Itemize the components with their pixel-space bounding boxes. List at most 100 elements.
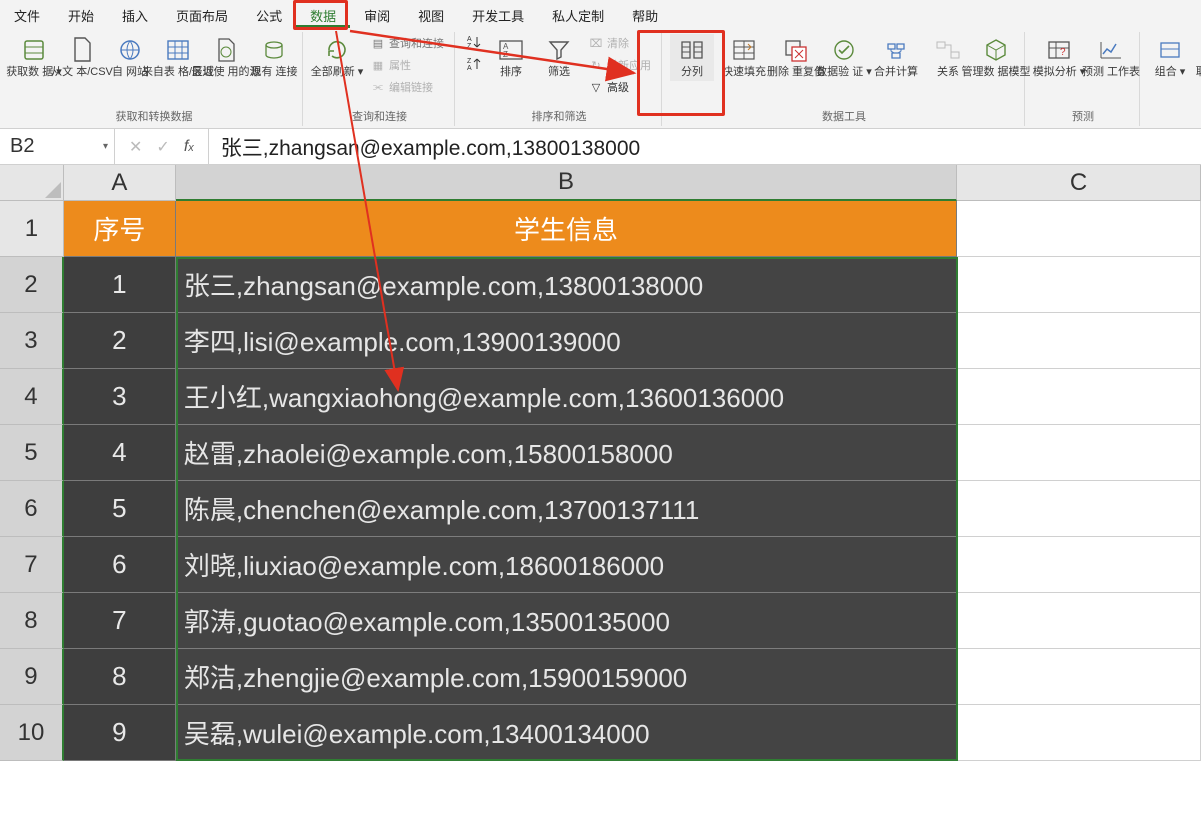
cell-B9[interactable]: 郑洁,zhengjie@example.com,15900159000 [176, 649, 957, 705]
ungroup-button[interactable]: 取消组合 ▾ [1196, 34, 1201, 81]
row-header[interactable]: 10 [0, 705, 64, 761]
group-icon [1156, 36, 1184, 64]
fx-icon[interactable]: fx [184, 138, 194, 156]
ribbon-group-queries: 全部刷新 ▾ ▤查询和连接 ▦属性 ⫘编辑链接 查询和连接 [305, 32, 455, 126]
text-to-columns-button[interactable]: 分列 [670, 34, 714, 81]
cell-A3[interactable]: 2 [64, 313, 176, 369]
row-header[interactable]: 8 [0, 593, 64, 649]
row-header[interactable]: 6 [0, 481, 64, 537]
sort-desc-button[interactable]: ZA [463, 56, 485, 72]
group-button[interactable]: 组合 ▾ [1148, 34, 1192, 81]
get-data-button[interactable]: 获取数 据 ▾ [12, 34, 56, 81]
group-label: 获取和转换数据 [116, 108, 193, 124]
menu-item-公式[interactable]: 公式 [242, 0, 296, 28]
cell-A1[interactable]: 序号 [64, 201, 176, 257]
queries-connections-button[interactable]: ▤查询和连接 [367, 34, 448, 52]
menu-item-开发工具[interactable]: 开发工具 [458, 0, 538, 28]
cell-A9[interactable]: 8 [64, 649, 176, 705]
text-columns-icon [678, 36, 706, 64]
menu-item-数据[interactable]: 数据 [296, 0, 350, 28]
svg-text:Z: Z [467, 58, 472, 65]
validation-icon [830, 36, 858, 64]
column-header-C[interactable]: C [957, 165, 1201, 201]
props-icon: ▦ [371, 58, 385, 72]
cell-C8[interactable] [957, 593, 1201, 649]
filter-button[interactable]: 筛选 [537, 34, 581, 81]
menu-item-插入[interactable]: 插入 [108, 0, 162, 28]
svg-text:A: A [467, 65, 472, 71]
refresh-all-button[interactable]: 全部刷新 ▾ [311, 34, 363, 81]
flash-fill-button[interactable]: 快速填充 [718, 34, 770, 81]
cell-B10[interactable]: 吴磊,wulei@example.com,13400134000 [176, 705, 957, 761]
remove-duplicates-button[interactable]: 删除 重复值 [774, 34, 818, 81]
cell-C2[interactable] [957, 257, 1201, 313]
cell-A8[interactable]: 7 [64, 593, 176, 649]
row-header[interactable]: 7 [0, 537, 64, 593]
cell-C6[interactable] [957, 481, 1201, 537]
forecast-sheet-button[interactable]: 预测 工作表 [1089, 34, 1133, 81]
formula-input[interactable]: 张三,zhangsan@example.com,13800138000 [209, 132, 1201, 162]
sort-asc-icon: AZ [467, 35, 481, 49]
group-label: 数据工具 [822, 108, 866, 124]
cell-B3[interactable]: 李四,lisi@example.com,13900139000 [176, 313, 957, 369]
menu-item-开始[interactable]: 开始 [54, 0, 108, 28]
chevron-down-icon[interactable]: ▾ [103, 141, 108, 152]
manage-data-model-button[interactable]: 管理数 据模型 [974, 34, 1018, 81]
cell-A10[interactable]: 9 [64, 705, 176, 761]
cell-B6[interactable]: 陈晨,chenchen@example.com,13700137111 [176, 481, 957, 537]
enter-icon[interactable]: ✓ [156, 137, 169, 157]
cell-B8[interactable]: 郭涛,guotao@example.com,13500135000 [176, 593, 957, 649]
row-header[interactable]: 1 [0, 201, 64, 257]
cell-B7[interactable]: 刘晓,liuxiao@example.com,18600186000 [176, 537, 957, 593]
sort-asc-button[interactable]: AZ [463, 34, 485, 50]
menu-item-文件[interactable]: 文件 [0, 0, 54, 28]
sort-desc-icon: ZA [467, 57, 481, 71]
cell-C4[interactable] [957, 369, 1201, 425]
cell-A5[interactable]: 4 [64, 425, 176, 481]
cell-C10[interactable] [957, 705, 1201, 761]
row-header[interactable]: 5 [0, 425, 64, 481]
cell-A2[interactable]: 1 [64, 257, 176, 313]
consolidate-button[interactable]: 合并计算 [870, 34, 922, 81]
group-label: 查询和连接 [352, 108, 407, 124]
row-header[interactable]: 2 [0, 257, 64, 313]
sort-button[interactable]: AZ 排序 [489, 34, 533, 81]
database-icon [20, 36, 48, 64]
row-header[interactable]: 3 [0, 313, 64, 369]
cell-B1[interactable]: 学生信息 [176, 201, 957, 257]
menu-item-视图[interactable]: 视图 [404, 0, 458, 28]
cell-B2[interactable]: 张三,zhangsan@example.com,13800138000 [176, 257, 957, 313]
cell-C7[interactable] [957, 537, 1201, 593]
cell-A6[interactable]: 5 [64, 481, 176, 537]
svg-text:A: A [467, 36, 472, 43]
row-header[interactable]: 4 [0, 369, 64, 425]
what-if-button[interactable]: ? 模拟分析 ▾ [1033, 34, 1085, 81]
menu-item-私人定制[interactable]: 私人定制 [538, 0, 618, 28]
cell-C1[interactable] [957, 201, 1201, 257]
menu-item-审阅[interactable]: 审阅 [350, 0, 404, 28]
data-validation-button[interactable]: 数据验 证 ▾ [822, 34, 866, 81]
menu-item-页面布局[interactable]: 页面布局 [162, 0, 242, 28]
menu-item-帮助[interactable]: 帮助 [618, 0, 672, 28]
name-box[interactable]: B2 ▾ [0, 129, 115, 164]
cell-B5[interactable]: 赵雷,zhaolei@example.com,15800158000 [176, 425, 957, 481]
cell-B4[interactable]: 王小红,wangxiaohong@example.com,13600136000 [176, 369, 957, 425]
cell-C3[interactable] [957, 313, 1201, 369]
row-header[interactable]: 9 [0, 649, 64, 705]
reapply-button: ↻重新应用 [585, 56, 655, 74]
clear-icon: ⌧ [589, 36, 603, 50]
advanced-filter-button[interactable]: ▽高级 [585, 78, 655, 96]
cell-C9[interactable] [957, 649, 1201, 705]
cell-C5[interactable] [957, 425, 1201, 481]
relations-icon [934, 36, 962, 64]
from-csv-button[interactable]: 从文 本/CSV [60, 34, 104, 81]
cell-A7[interactable]: 6 [64, 537, 176, 593]
column-header-B[interactable]: B [176, 165, 957, 201]
cell-A4[interactable]: 3 [64, 369, 176, 425]
recent-sources-button[interactable]: 最近使 用的源 [204, 34, 248, 81]
existing-connections-button[interactable]: 现有 连接 [252, 34, 296, 81]
column-header-A[interactable]: A [64, 165, 176, 201]
properties-button: ▦属性 [367, 56, 448, 74]
cancel-icon[interactable]: ✕ [129, 137, 142, 157]
select-all-corner[interactable] [0, 165, 64, 201]
